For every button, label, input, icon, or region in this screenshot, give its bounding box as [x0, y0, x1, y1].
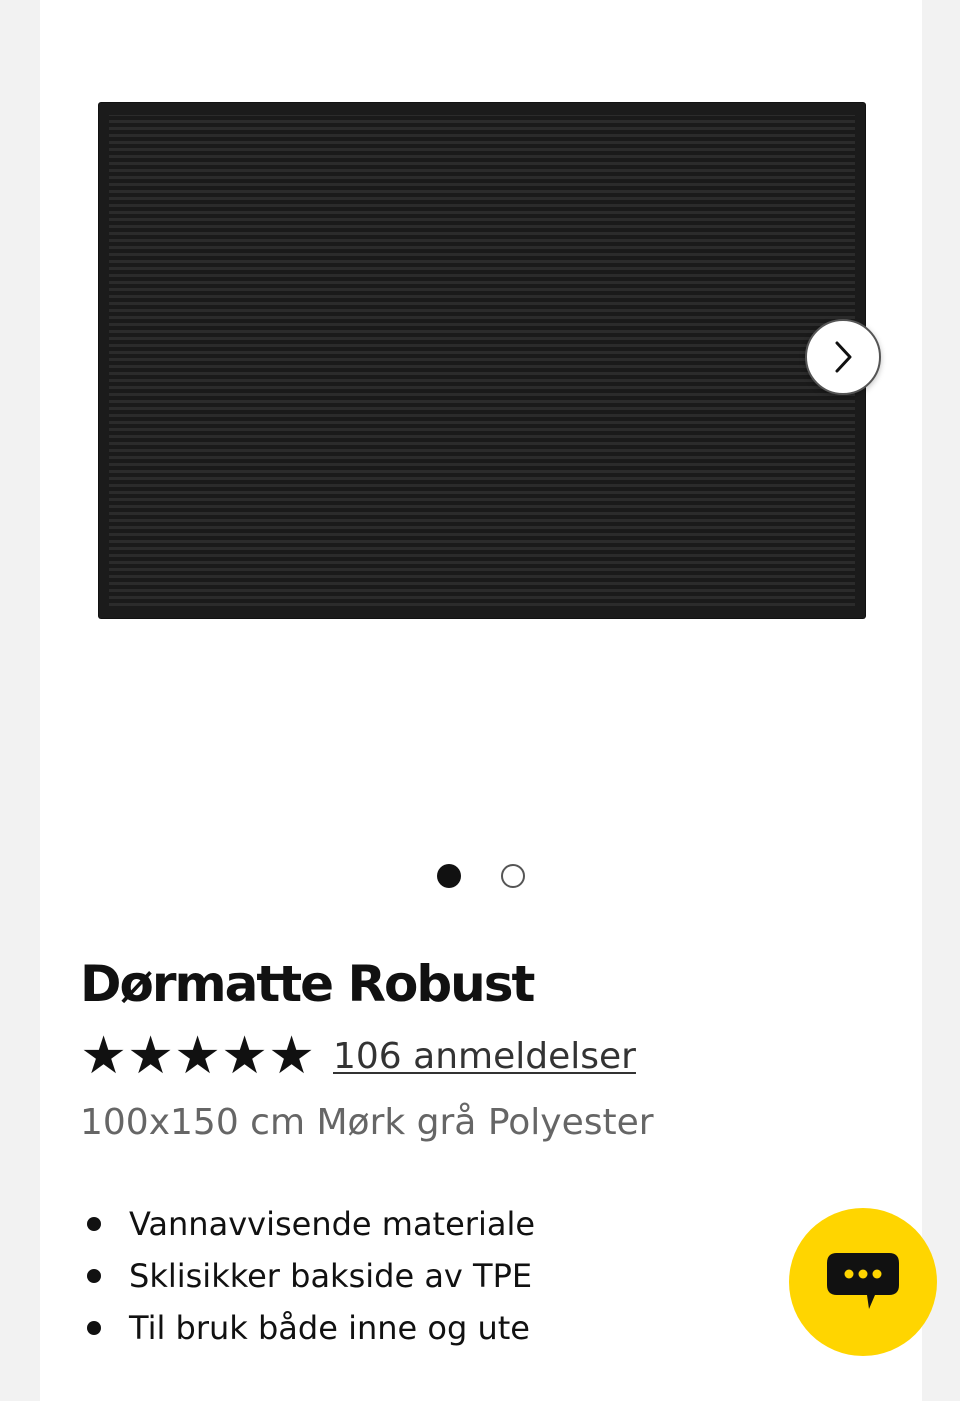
star-icon: ★ [127, 1026, 174, 1086]
star-icon: ★ [268, 1026, 315, 1086]
pagination-dot-1[interactable] [437, 864, 461, 888]
star-icon: ★ [80, 1026, 127, 1086]
pagination-dot-2[interactable] [501, 864, 525, 888]
feature-text: Sklisikker bakside av TPE [129, 1257, 533, 1295]
chat-button[interactable] [789, 1208, 937, 1356]
feature-list: Vannavvisende materiale Sklisikker baksi… [80, 1198, 535, 1354]
list-item: Sklisikker bakside av TPE [80, 1250, 535, 1302]
bullet-icon [87, 1217, 101, 1231]
next-image-button[interactable] [805, 319, 881, 395]
bullet-icon [87, 1269, 101, 1283]
feature-text: Til bruk både inne og ute [129, 1309, 530, 1347]
product-rating: ★ ★ ★ ★ ★ 106 anmeldelser [80, 1030, 636, 1082]
product-image[interactable] [99, 103, 865, 618]
bullet-icon [87, 1321, 101, 1335]
chat-bubble-icon [827, 1253, 899, 1309]
product-page: Dørmatte Robust ★ ★ ★ ★ ★ 106 anmeldelse… [40, 0, 922, 1401]
rating-stars: ★ ★ ★ ★ ★ [80, 1030, 315, 1082]
gallery-pagination [40, 864, 922, 888]
product-variant: 100x150 cm Mørk grå Polyester [80, 1102, 654, 1143]
product-title: Dørmatte Robust [80, 955, 535, 1013]
list-item: Vannavvisende materiale [80, 1198, 535, 1250]
feature-text: Vannavvisende materiale [129, 1205, 536, 1243]
reviews-link[interactable]: 106 anmeldelser [333, 1036, 636, 1077]
chevron-right-icon [835, 341, 852, 373]
list-item: Til bruk både inne og ute [80, 1302, 535, 1354]
star-icon: ★ [174, 1026, 221, 1086]
mat-texture [109, 115, 855, 606]
image-gallery [40, 0, 922, 920]
star-icon: ★ [221, 1026, 268, 1086]
